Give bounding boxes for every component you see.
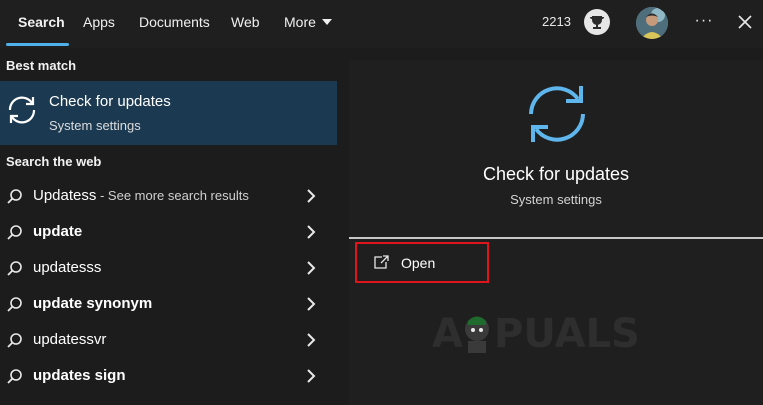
chevron-right-icon [307, 261, 316, 275]
sync-icon [521, 78, 593, 150]
best-match-result[interactable]: Check for updates System settings [0, 81, 337, 145]
search-icon [7, 297, 22, 312]
web-result-label: Updatess - See more search results [33, 187, 249, 204]
active-tab-indicator [6, 43, 69, 46]
chevron-down-icon [321, 19, 332, 25]
more-options-icon[interactable]: ··· [690, 0, 718, 42]
search-icon [7, 225, 22, 240]
web-result[interactable]: updates sign [0, 358, 337, 394]
trophy-icon[interactable] [584, 9, 610, 35]
web-result-query: updates sign [33, 367, 126, 384]
search-icon [7, 369, 22, 384]
tab-web[interactable]: Web [231, 0, 260, 46]
best-match-subtitle: System settings [49, 118, 141, 133]
tab-more-label: More [284, 14, 316, 30]
rewards-points[interactable]: 2213 [542, 0, 571, 44]
chevron-right-icon [307, 225, 316, 239]
detail-subtitle: System settings [510, 192, 602, 207]
open-button[interactable]: Open [355, 242, 489, 283]
search-web-heading: Search the web [6, 154, 102, 169]
user-avatar[interactable] [636, 7, 668, 39]
web-result[interactable]: updatessvr [0, 322, 337, 358]
results-list: Best match Check for updates System sett… [0, 48, 337, 405]
tab-documents[interactable]: Documents [139, 0, 210, 46]
open-external-icon [374, 255, 389, 269]
svg-text:PUALS: PUALS [494, 311, 640, 355]
chevron-right-icon [307, 333, 316, 347]
search-icon [7, 189, 22, 204]
tab-apps[interactable]: Apps [83, 0, 115, 46]
tab-search[interactable]: Search [18, 0, 65, 46]
web-result[interactable]: update [0, 214, 337, 250]
chevron-right-icon [307, 297, 316, 311]
web-result-query: Updatess [33, 187, 97, 204]
web-result-query: update [33, 223, 83, 240]
open-label: Open [401, 255, 436, 271]
close-icon[interactable] [735, 12, 755, 32]
divider [349, 237, 763, 239]
web-result[interactable]: Updatess - See more search results [0, 178, 337, 214]
web-result-query: updatesss [33, 259, 102, 276]
svg-text:A: A [432, 311, 463, 355]
web-result-query: update synonym [33, 295, 153, 312]
best-match-title: Check for updates [49, 93, 171, 110]
appuals-watermark-logo: A PUALS [432, 311, 640, 355]
detail-title: Check for updates [482, 164, 630, 184]
web-result[interactable]: update synonym [0, 286, 337, 322]
chevron-right-icon [307, 369, 316, 383]
web-result-suffix: - See more search results [96, 188, 249, 203]
tab-more[interactable]: More [284, 0, 332, 46]
sync-icon [5, 93, 39, 127]
search-icon [7, 333, 22, 348]
web-result[interactable]: updatesss [0, 250, 337, 286]
best-match-heading: Best match [6, 58, 77, 73]
search-tab-bar: Search Apps Documents Web More 2213 ··· [0, 0, 763, 48]
chevron-right-icon [307, 189, 316, 203]
web-result-query: updatessvr [33, 331, 107, 348]
search-icon [7, 261, 22, 276]
